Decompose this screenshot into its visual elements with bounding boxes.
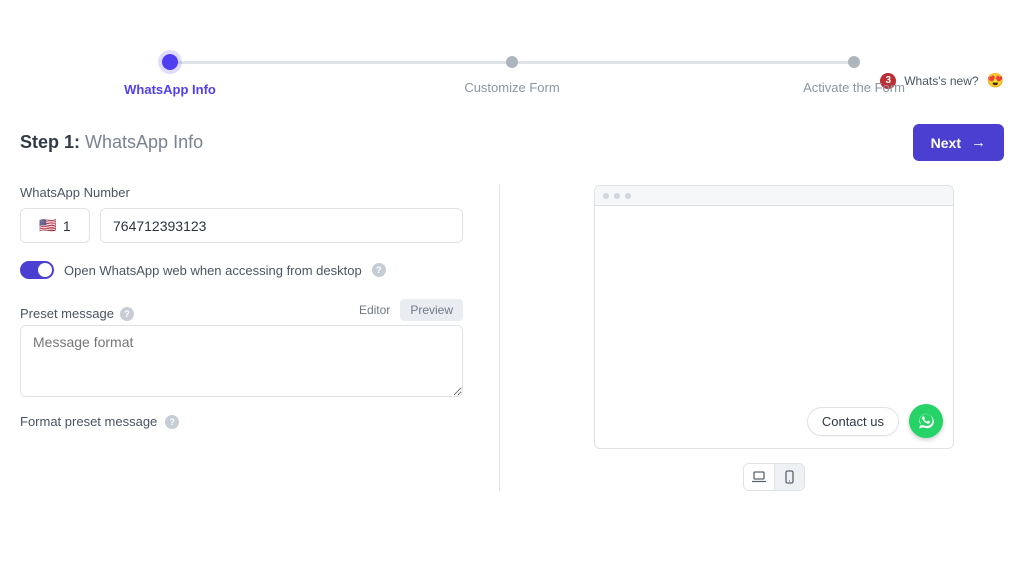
browser-chrome: [595, 186, 953, 206]
step-dot-icon: [506, 56, 518, 68]
preset-message-textarea[interactable]: [20, 325, 463, 397]
arrow-right-icon: →: [971, 134, 986, 151]
preview-panel: Contact us: [544, 185, 1004, 491]
step-dot-icon: [162, 54, 178, 70]
step-dot-icon: [848, 56, 860, 68]
step-prefix: Step 1:: [20, 132, 80, 152]
format-hint-text: Format preset message: [20, 414, 157, 429]
wizard-stepper: WhatsApp Info Customize Form Activate th…: [90, 54, 934, 102]
step-label: WhatsApp Info: [124, 82, 216, 97]
page-header: Step 1: WhatsApp Info Next →: [20, 124, 1004, 161]
preset-label-text: Preset message: [20, 306, 114, 321]
browser-preview: Contact us: [594, 185, 954, 449]
step-label: Customize Form: [464, 80, 559, 95]
laptop-icon: [752, 471, 766, 483]
preset-message-label: Preset message ?: [20, 306, 134, 321]
tab-editor[interactable]: Editor: [349, 299, 400, 321]
phone-number-input[interactable]: [100, 208, 463, 243]
mobile-icon: [785, 470, 794, 484]
open-web-toggle[interactable]: [20, 261, 54, 279]
contact-us-label: Contact us: [807, 407, 899, 436]
flag-icon: 🇺🇸: [39, 217, 56, 234]
step-customize-form[interactable]: Customize Form: [432, 54, 592, 97]
step-whatsapp-info[interactable]: WhatsApp Info: [90, 54, 250, 97]
preset-mode-tabs: Editor Preview: [349, 299, 463, 321]
contact-widget[interactable]: Contact us: [807, 404, 943, 438]
country-code-text: 1: [63, 218, 71, 234]
desktop-preview-button[interactable]: [744, 464, 774, 490]
settings-panel: WhatsApp Number 🇺🇸 1 Open WhatsApp web w…: [20, 185, 500, 491]
help-icon[interactable]: ?: [120, 307, 134, 321]
whatsapp-icon[interactable]: [909, 404, 943, 438]
toggle-label: Open WhatsApp web when accessing from de…: [64, 263, 362, 278]
whatsapp-number-label: WhatsApp Number: [20, 185, 463, 200]
next-button-label: Next: [931, 135, 961, 151]
next-button[interactable]: Next →: [913, 124, 1004, 161]
page-title: Step 1: WhatsApp Info: [20, 132, 203, 153]
window-dot-icon: [625, 193, 631, 199]
step-label: Activate the Form: [803, 80, 905, 95]
step-name: WhatsApp Info: [85, 132, 203, 152]
help-icon[interactable]: ?: [165, 415, 179, 429]
step-activate-form[interactable]: Activate the Form: [774, 54, 934, 97]
mobile-preview-button[interactable]: [774, 464, 804, 490]
window-dot-icon: [614, 193, 620, 199]
window-dot-icon: [603, 193, 609, 199]
toggle-knob: [38, 263, 52, 277]
help-icon[interactable]: ?: [372, 263, 386, 277]
country-code-select[interactable]: 🇺🇸 1: [20, 208, 90, 243]
heart-eyes-icon: 😍: [987, 72, 1004, 89]
device-preview-toggle: [743, 463, 805, 491]
tab-preview[interactable]: Preview: [400, 299, 463, 321]
preview-body: Contact us: [595, 206, 953, 448]
format-preset-link[interactable]: Format preset message ?: [20, 414, 463, 429]
